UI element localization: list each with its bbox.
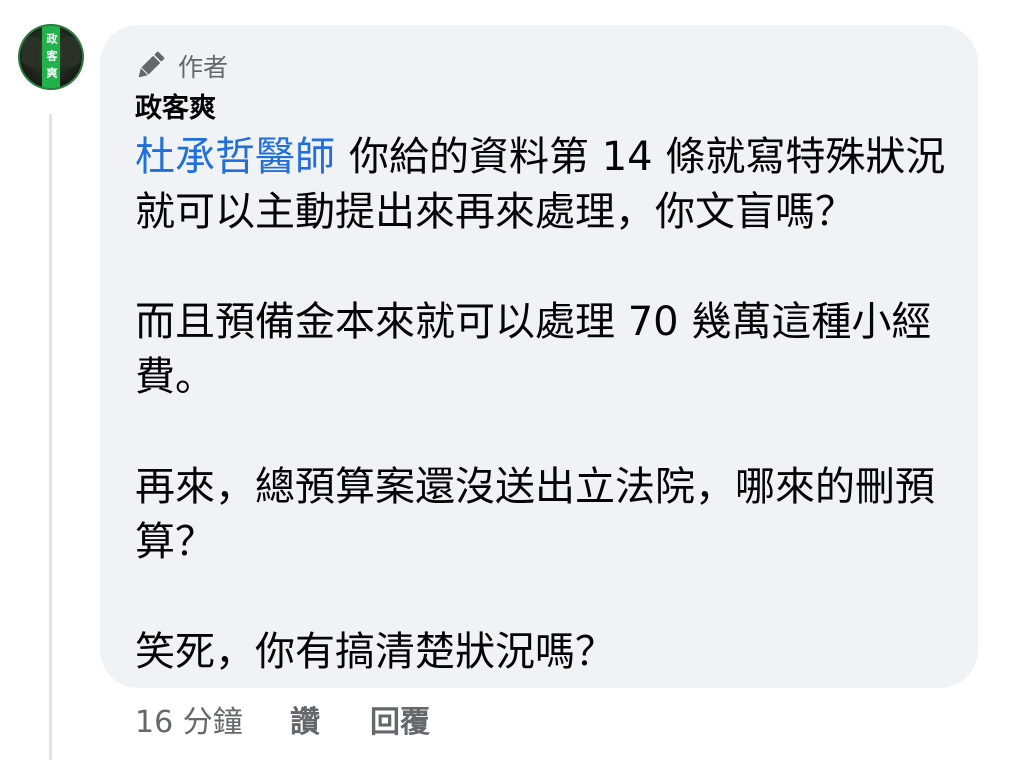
comment-bubble: 作者 政客爽 杜承哲醫師 你給的資料第 14 條就寫特殊狀況 就可以主動提出來再來… (100, 25, 978, 688)
comment-line: 笑死，你有搞清楚狀況嗎？ (135, 629, 615, 675)
author-badge-label: 作者 (178, 53, 229, 82)
comment-actions: 16 分鐘 讚 回覆 (0, 701, 1024, 745)
author-badge: 作者 (133, 47, 228, 85)
comment-line: 再來，總預算案還沒送出立法院，哪來的刪預 (135, 464, 935, 510)
like-button[interactable]: 讚 (290, 701, 320, 745)
pencil-icon (133, 49, 167, 83)
timestamp-link[interactable]: 16 分鐘 (135, 701, 243, 745)
comment-paragraph: 杜承哲醫師 你給的資料第 14 條就寫特殊狀況 就可以主動提出來再來處理，你文盲嗎… (135, 130, 955, 240)
comment-line-text: 你給的資料第 14 條就寫特殊狀況 (349, 134, 946, 180)
thread-line (49, 114, 52, 760)
comment-line: 就可以主動提出來再來處理，你文盲嗎？ (135, 189, 855, 235)
reply-button[interactable]: 回覆 (370, 701, 430, 745)
author-name[interactable]: 政客爽 (135, 91, 216, 127)
avatar[interactable]: 政客爽 (18, 24, 84, 90)
comment-body: 杜承哲醫師 你給的資料第 14 條就寫特殊狀況 就可以主動提出來再來處理，你文盲嗎… (135, 130, 955, 680)
comment-line: 而且預備金本來就可以處理 70 幾萬這種小經 (135, 299, 932, 345)
comment-line: 杜承哲醫師 你給的資料第 14 條就寫特殊狀況 (135, 130, 955, 185)
comment-paragraph: 笑死，你有搞清楚狀況嗎？ (135, 625, 955, 680)
comment-line: 算？ (135, 519, 215, 565)
comment-paragraph: 而且預備金本來就可以處理 70 幾萬這種小經 費。 (135, 295, 955, 405)
comment-paragraph: 再來，總預算案還沒送出立法院，哪來的刪預 算？ (135, 460, 955, 570)
comment-line: 費。 (135, 354, 215, 400)
mention-link[interactable]: 杜承哲醫師 (135, 134, 335, 180)
avatar-logo-text: 政客爽 (45, 33, 58, 84)
